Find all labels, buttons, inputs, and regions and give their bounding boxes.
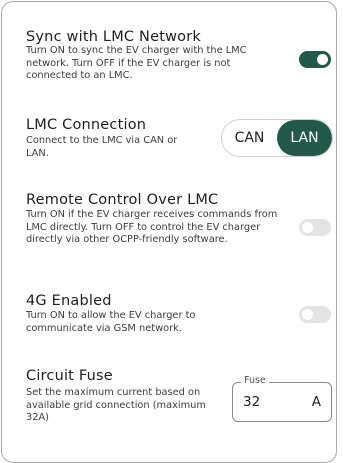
remote-control-toggle[interactable] — [299, 219, 331, 236]
fuse-field-label: Fuse — [241, 375, 269, 386]
fuse-unit: A — [311, 394, 321, 410]
lan-option-button[interactable]: LAN — [277, 120, 332, 156]
sync-lmc-title: Sync with LMC Network — [26, 29, 201, 45]
remote-control-description: Turn ON if the EV charger receives comma… — [26, 209, 278, 245]
sync-lmc-toggle[interactable] — [299, 51, 331, 68]
sync-lmc-description: Turn ON to sync the EV charger with the … — [26, 45, 247, 81]
four-g-title: 4G Enabled — [26, 293, 112, 309]
toggle-knob — [317, 54, 328, 65]
circuit-fuse-title: Circuit Fuse — [26, 368, 113, 384]
toggle-knob — [302, 309, 313, 320]
lmc-connection-description: Connect to the LMC via CAN or LAN. — [26, 135, 178, 159]
circuit-fuse-description: Set the maximum current based on availab… — [26, 387, 206, 423]
can-option-button[interactable]: CAN — [222, 120, 277, 156]
fuse-value[interactable]: 32 — [243, 394, 260, 410]
four-g-description: Turn ON to allow the EV charger to commu… — [26, 310, 196, 334]
fuse-input-field[interactable]: Fuse 32 A — [232, 375, 332, 422]
lmc-connection-segmented-control: CAN LAN — [221, 119, 333, 157]
lmc-connection-title: LMC Connection — [26, 117, 147, 133]
toggle-knob — [302, 222, 313, 233]
remote-control-title: Remote Control Over LMC — [26, 192, 219, 208]
four-g-toggle[interactable] — [299, 306, 331, 323]
